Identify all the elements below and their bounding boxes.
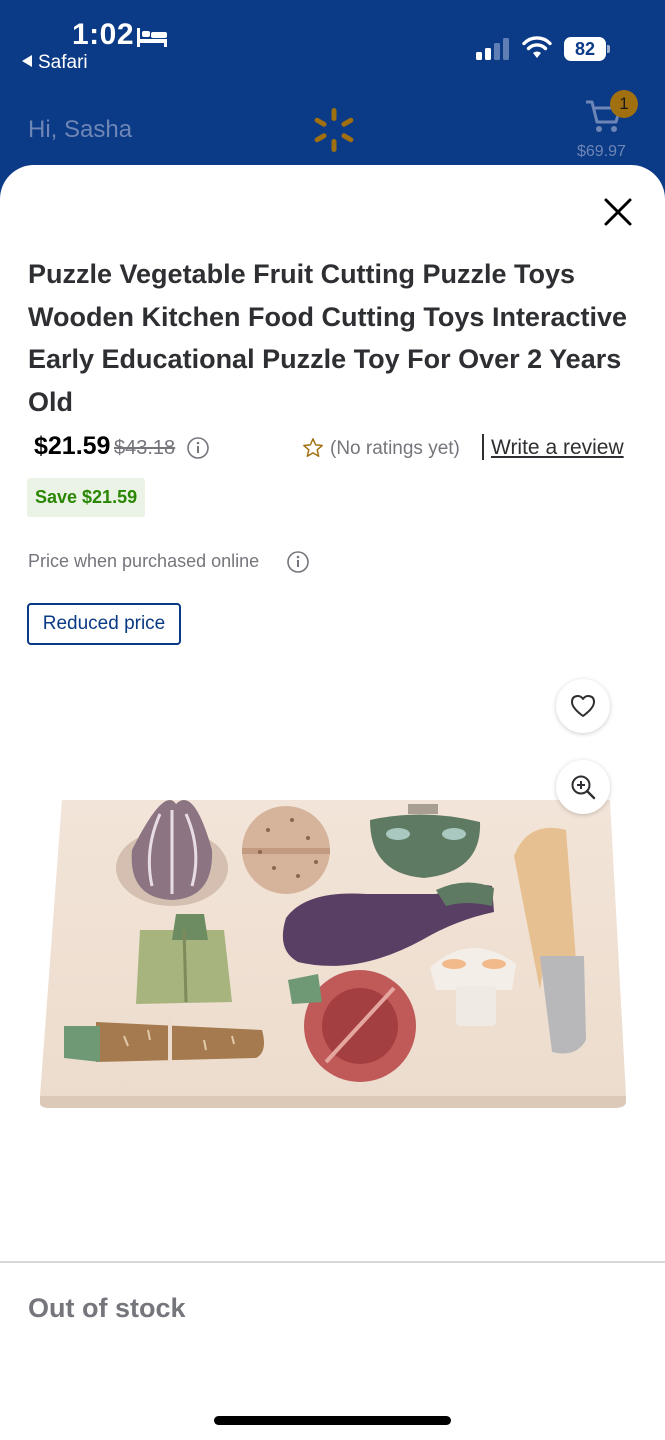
ratings-text: (No ratings yet) (330, 438, 460, 459)
save-badge: Save $21.59 (27, 478, 146, 517)
back-app-label: Safari (38, 52, 88, 73)
back-to-app-link[interactable]: Safari (22, 52, 88, 74)
cart-total: $69.97 (577, 143, 626, 160)
battery-cap (607, 45, 610, 53)
back-triangle-icon (22, 54, 32, 67)
info-icon[interactable] (186, 436, 210, 460)
write-review-link[interactable]: Write a review (491, 436, 624, 460)
cart-count-badge: 1 (610, 90, 638, 118)
current-price: $21.59 (34, 432, 111, 460)
price-row: $21.59 $43.18 (No ratings yet) Write a r… (34, 430, 644, 466)
home-indicator[interactable] (214, 1416, 451, 1425)
heart-icon (571, 695, 595, 717)
signal-icon (476, 38, 509, 60)
was-price: $43.18 (114, 437, 176, 459)
separator (482, 434, 484, 460)
stock-status: Out of stock (28, 1293, 186, 1323)
greeting-text: Hi, Sasha (28, 116, 133, 143)
bed-icon (137, 28, 167, 47)
star-icon (303, 438, 323, 457)
wifi-icon (522, 36, 552, 58)
price-note: Price when purchased online (28, 551, 260, 571)
wooden-food-puzzle-image[interactable] (36, 790, 630, 1120)
zoom-button[interactable] (556, 760, 610, 814)
spark-icon[interactable] (310, 106, 358, 154)
status-time: 1:02 (72, 18, 135, 51)
divider (0, 1261, 665, 1263)
close-icon[interactable] (598, 192, 638, 232)
battery-indicator: 82 (564, 37, 610, 61)
zoom-in-icon (571, 775, 596, 800)
favorite-button[interactable] (556, 679, 610, 733)
info-icon[interactable] (286, 550, 310, 574)
product-title: Puzzle Vegetable Fruit Cutting Puzzle To… (28, 259, 628, 417)
reduced-price-badge: Reduced price (27, 603, 181, 645)
battery-level: 82 (564, 37, 606, 61)
